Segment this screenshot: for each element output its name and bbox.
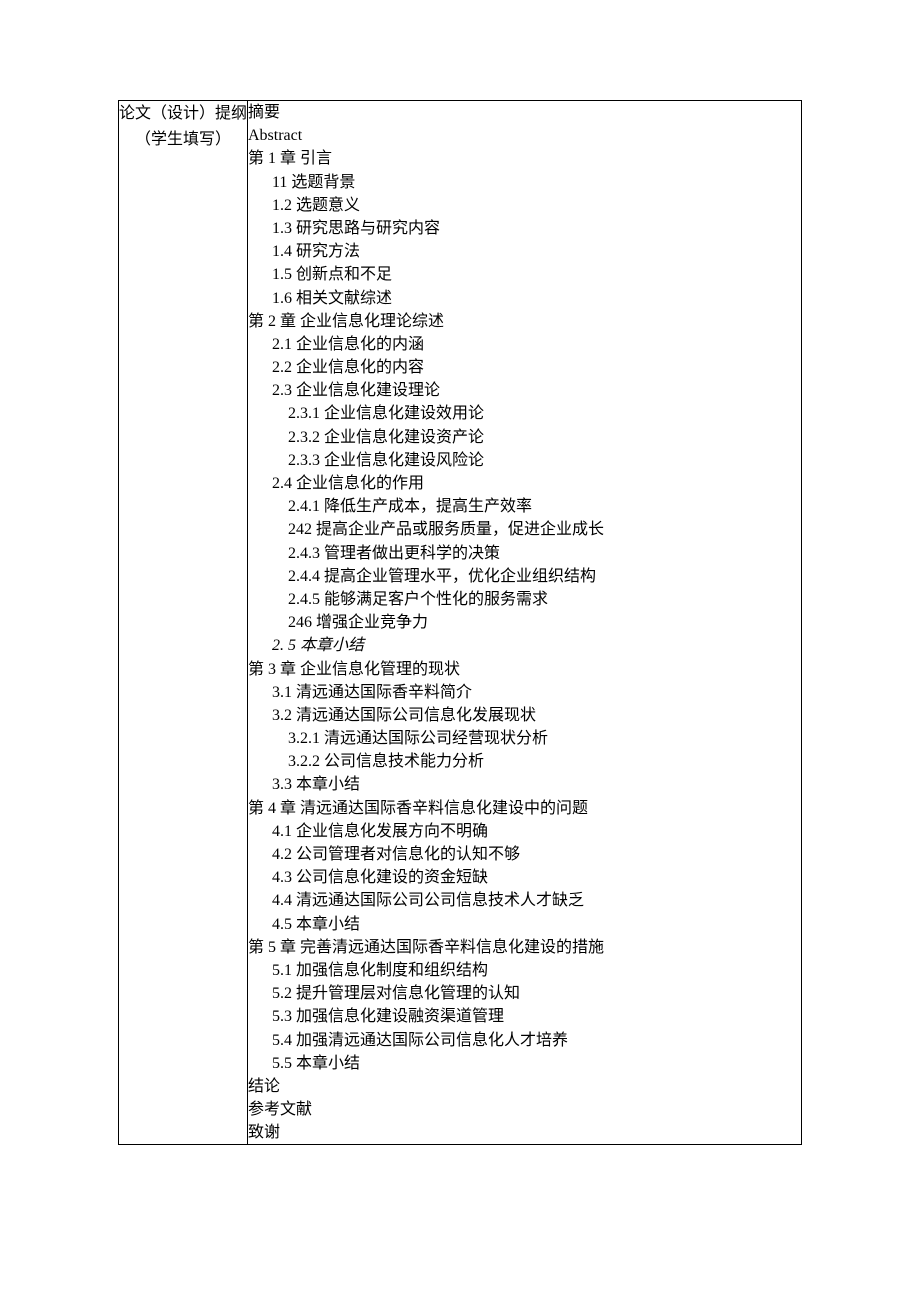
toc-item: 参考文献 (248, 1098, 801, 1121)
toc-item: 242 提高企业产品或服务质量，促进企业成长 (248, 518, 801, 541)
toc-item: 2.4 企业信息化的作用 (248, 472, 801, 495)
toc-item: 2.3.1 企业信息化建设效用论 (248, 402, 801, 425)
toc-item: 2.2 企业信息化的内容 (248, 356, 801, 379)
toc-item: 2.4.5 能够满足客户个性化的服务需求 (248, 588, 801, 611)
toc-container: 摘要Abstract第 1 章 引言11 选题背景1.2 选题意义1.3 研究思… (248, 101, 801, 1144)
toc-item: 2.4.1 降低生产成本，提高生产效率 (248, 495, 801, 518)
toc-item: 2.4.3 管理者做出更科学的决策 (248, 542, 801, 565)
toc-item: 致谢 (248, 1121, 801, 1144)
toc-item: 1.3 研究思路与研究内容 (248, 217, 801, 240)
toc-item: 4.3 公司信息化建设的资金短缺 (248, 866, 801, 889)
toc-item: 5.1 加强信息化制度和组织结构 (248, 959, 801, 982)
toc-item: 2.1 企业信息化的内涵 (248, 333, 801, 356)
toc-item: 第 4 章 清远通达国际香辛料信息化建设中的问题 (248, 797, 801, 820)
toc-item: 第 1 章 引言 (248, 147, 801, 170)
outline-table: 论文（设计）提纲 （学生填写） 摘要Abstract第 1 章 引言11 选题背… (118, 100, 802, 1145)
toc-item: 5.4 加强清远通达国际公司信息化人才培养 (248, 1029, 801, 1052)
left-panel-title-line1: 论文（设计）提纲 (119, 101, 247, 127)
toc-item: 2.4.4 提高企业管理水平，优化企业组织结构 (248, 565, 801, 588)
toc-item: 3.2.2 公司信息技术能力分析 (248, 750, 801, 773)
toc-item: 246 增强企业竞争力 (248, 611, 801, 634)
toc-item: 第 5 章 完善清远通达国际香辛料信息化建设的措施 (248, 936, 801, 959)
toc-cell: 摘要Abstract第 1 章 引言11 选题背景1.2 选题意义1.3 研究思… (248, 101, 802, 1145)
toc-item: 第 2 童 企业信息化理论综述 (248, 310, 801, 333)
toc-item: 第 3 章 企业信息化管理的现状 (248, 658, 801, 681)
toc-item: 3.1 清远通达国际香辛料简介 (248, 681, 801, 704)
toc-item: Abstract (248, 124, 801, 147)
toc-item: 1.4 研究方法 (248, 240, 801, 263)
toc-item: 1.5 创新点和不足 (248, 263, 801, 286)
toc-item: 4.5 本章小结 (248, 913, 801, 936)
toc-item: 3.2 清远通达国际公司信息化发展现状 (248, 704, 801, 727)
toc-item: 4.4 清远通达国际公司公司信息技术人才缺乏 (248, 889, 801, 912)
toc-item: 3.2.1 清远通达国际公司经营现状分析 (248, 727, 801, 750)
toc-item: 5.3 加强信息化建设融资渠道管理 (248, 1005, 801, 1028)
document-page: 论文（设计）提纲 （学生填写） 摘要Abstract第 1 章 引言11 选题背… (0, 0, 920, 1245)
left-panel-cell: 论文（设计）提纲 （学生填写） (119, 101, 248, 1145)
toc-item: 2.3.3 企业信息化建设风险论 (248, 449, 801, 472)
toc-item: 2.3 企业信息化建设理论 (248, 379, 801, 402)
toc-item: 2. 5 本章小结 (248, 634, 801, 657)
toc-item: 11 选题背景 (248, 171, 801, 194)
toc-item: 结论 (248, 1075, 801, 1098)
toc-item: 4.2 公司管理者对信息化的认知不够 (248, 843, 801, 866)
toc-item: 摘要 (248, 101, 801, 124)
left-panel-title-line2: （学生填写） (119, 127, 247, 153)
toc-item: 4.1 企业信息化发展方向不明确 (248, 820, 801, 843)
toc-item: 3.3 本章小结 (248, 773, 801, 796)
toc-item: 1.6 相关文献综述 (248, 287, 801, 310)
toc-item: 2.3.2 企业信息化建设资产论 (248, 426, 801, 449)
toc-item: 5.5 本章小结 (248, 1052, 801, 1075)
toc-item: 5.2 提升管理层对信息化管理的认知 (248, 982, 801, 1005)
toc-item: 1.2 选题意义 (248, 194, 801, 217)
